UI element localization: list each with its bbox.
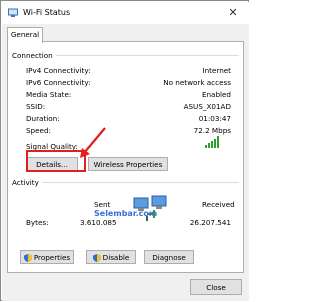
bytes-sent-value: 3.610.085 (80, 218, 117, 227)
watermark-text: Selembar.com (94, 209, 158, 218)
ipv6-value: No network access (163, 78, 231, 87)
activity-separator (12, 182, 239, 183)
ssid-label: SSID: (26, 102, 46, 111)
properties-button[interactable]: Properties (20, 250, 74, 264)
close-button[interactable]: Close (190, 279, 242, 295)
wireless-properties-button[interactable]: Wireless Properties (88, 157, 168, 171)
connection-section-label: Connection (12, 51, 56, 60)
title-bar: Wi-Fi Status ✕ (2, 2, 249, 24)
close-window-icon[interactable]: ✕ (219, 3, 247, 23)
duration-value: 01:03:47 (198, 114, 231, 123)
signal-bars-icon (205, 136, 219, 148)
bytes-label: Bytes: (26, 218, 49, 227)
ssid-value: ASUS_X01AD (183, 102, 231, 111)
shield-icon (23, 254, 32, 262)
tab-general[interactable]: General (7, 27, 43, 43)
received-label: Received (202, 200, 235, 209)
diagnose-button[interactable]: Diagnose (144, 250, 194, 264)
speed-value: 72.2 Mbps (193, 126, 231, 135)
window-title: Wi-Fi Status (23, 8, 71, 17)
ipv4-value: Internet (202, 66, 231, 75)
activity-section-label: Activity (12, 178, 42, 187)
network-icon (8, 8, 18, 17)
media-state-value: Enabled (201, 90, 231, 99)
ipv4-label: IPv4 Connectivity: (26, 66, 91, 75)
details-highlight-box (26, 150, 86, 172)
speed-label: Speed: (26, 126, 51, 135)
ipv6-label: IPv6 Connectivity: (26, 78, 91, 87)
shield-icon (92, 254, 101, 262)
media-state-label: Media State: (26, 90, 72, 99)
disable-button[interactable]: Disable (86, 250, 136, 264)
properties-label: Properties (33, 253, 71, 262)
disable-label: Disable (102, 253, 130, 262)
sent-label: Sent (94, 200, 111, 209)
duration-label: Duration: (26, 114, 60, 123)
bytes-received-value: 26.207.541 (189, 218, 231, 227)
